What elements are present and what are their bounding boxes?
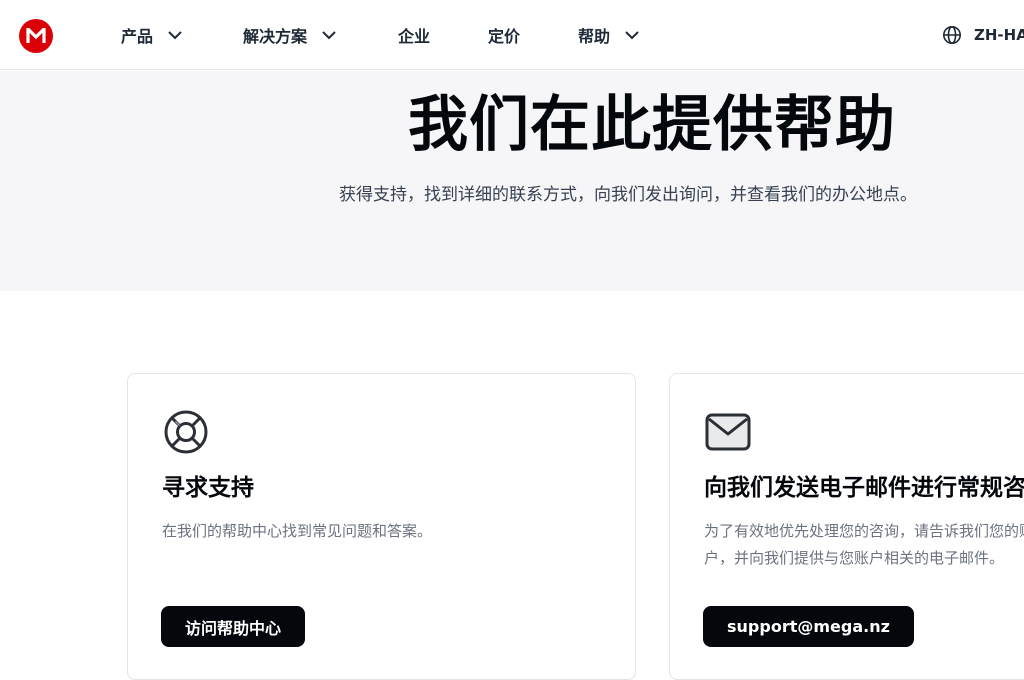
nav-item-pricing[interactable]: 定价 [488, 22, 520, 48]
nav-item-label: 定价 [488, 27, 521, 46]
mega-logo-icon [26, 28, 46, 43]
visit-help-center-button[interactable]: 访问帮助中心 [161, 606, 306, 647]
card-description: 为了有效地优先处理您的咨询，请告诉我们您的账户，并向我们提供与您账户相关的电子邮… [704, 522, 1024, 567]
card-title: 寻求支持 [162, 475, 254, 501]
envelope-icon [705, 413, 751, 451]
top-navigation-bar: 产品 解决方案 企业 定价 帮助 ZH-HANS [0, 0, 1024, 70]
nav-item-help[interactable]: 帮助 [578, 22, 640, 48]
mega-logo[interactable] [19, 19, 53, 53]
email-card: 向我们发送电子邮件进行常规咨询 为了有效地优先处理您的咨询，请告诉我们您的账户，… [669, 373, 1024, 680]
card-title: 向我们发送电子邮件进行常规咨询 [704, 475, 1024, 501]
nav-item-business[interactable]: 企业 [398, 22, 430, 48]
chevron-down-icon [168, 31, 182, 40]
support-email-button[interactable]: support@mega.nz [703, 606, 914, 647]
page-title: 我们在此提供帮助 [408, 90, 896, 160]
nav-item-label: 企业 [398, 27, 431, 46]
card-description: 在我们的帮助中心找到常见问题和答案。 [162, 522, 433, 540]
language-selector[interactable]: ZH-HANS [942, 22, 1024, 48]
nav-item-products[interactable]: 产品 [121, 22, 183, 48]
support-card: 寻求支持 在我们的帮助中心找到常见问题和答案。 访问帮助中心 [127, 373, 636, 680]
nav-item-label: 产品 [121, 27, 154, 46]
chevron-down-icon [625, 31, 639, 40]
nav-item-label: 帮助 [578, 27, 611, 46]
language-label: ZH-HANS [974, 26, 1024, 44]
globe-icon [943, 26, 961, 44]
nav-item-solutions[interactable]: 解决方案 [243, 22, 337, 48]
nav-item-label: 解决方案 [243, 27, 308, 46]
lifebuoy-icon [164, 410, 208, 454]
chevron-down-icon [322, 31, 336, 40]
hero-section: 我们在此提供帮助 获得支持，找到详细的联系方式，向我们发出询问，并查看我们的办公… [0, 71, 1024, 291]
page-subtitle: 获得支持，找到详细的联系方式，向我们发出询问，并查看我们的办公地点。 [339, 185, 917, 205]
